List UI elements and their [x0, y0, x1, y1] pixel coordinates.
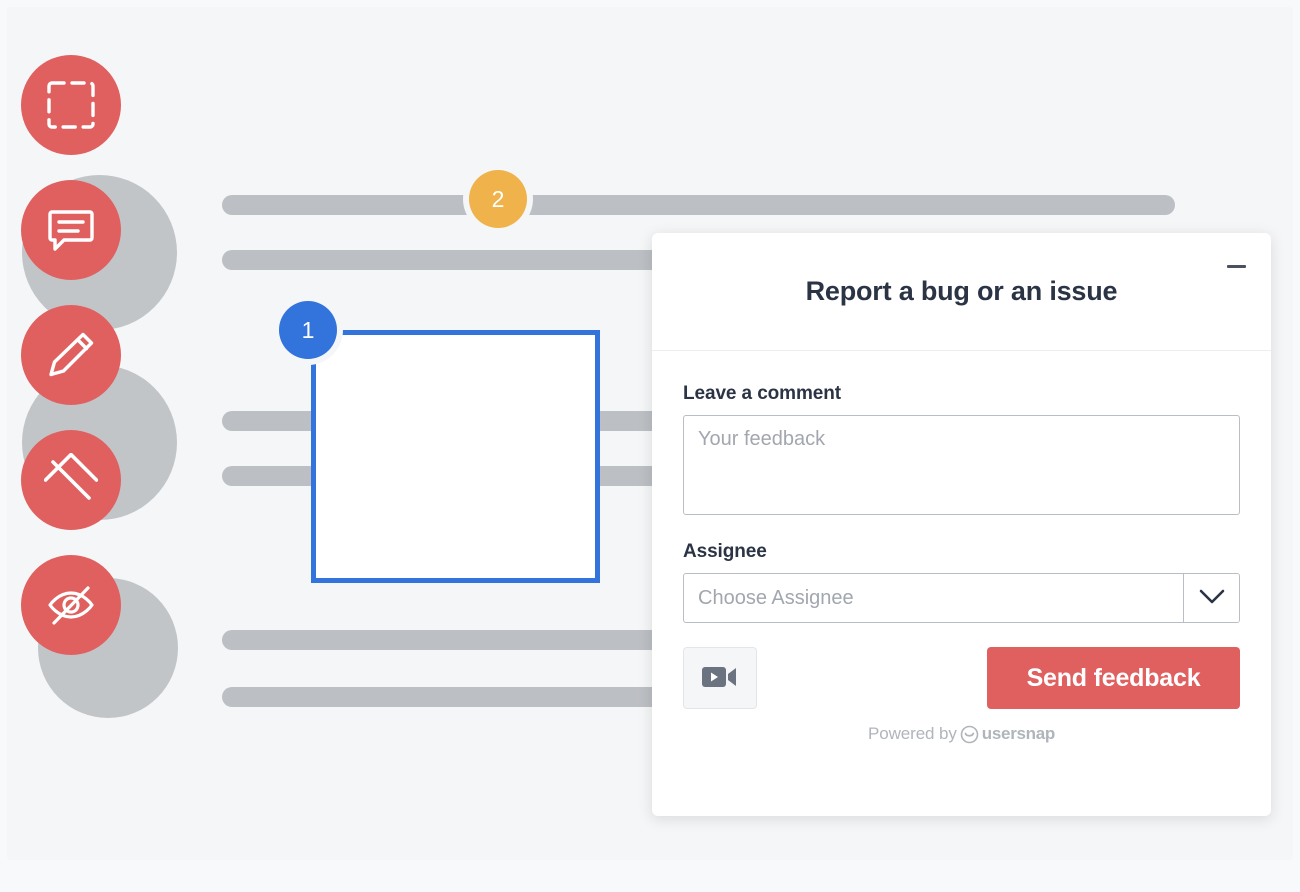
minimize-icon	[1226, 264, 1246, 268]
screenshot-select-icon	[44, 78, 98, 132]
screenshot-select-button[interactable]	[21, 55, 121, 155]
arrow-tool-button[interactable]	[21, 430, 121, 530]
comment-button[interactable]	[21, 180, 121, 280]
usersnap-smile-logo	[960, 725, 979, 744]
chevron-down-icon	[1199, 589, 1225, 608]
comment-bubble-icon	[44, 203, 98, 257]
video-camera-icon	[701, 663, 739, 694]
powered-by-footer: Powered by usersnap	[683, 724, 1240, 744]
annotation-marker-1-number: 1	[301, 316, 315, 343]
eye-off-icon	[44, 578, 98, 632]
blackout-hide-button[interactable]	[21, 555, 121, 655]
annotation-marker-1[interactable]: 1	[279, 301, 337, 359]
dialog-actions: Send feedback	[683, 647, 1240, 709]
assignee-dropdown-button[interactable]	[1183, 574, 1239, 622]
annotation-marker-2[interactable]: 2	[469, 170, 527, 228]
comment-field-group: Leave a comment	[683, 383, 1240, 520]
dialog-header: Report a bug or an issue	[652, 233, 1271, 351]
dialog-body: Leave a comment Assignee	[652, 351, 1271, 744]
dialog-title: Report a bug or an issue	[805, 276, 1118, 306]
comment-label: Leave a comment	[683, 383, 841, 404]
assignee-label: Assignee	[683, 541, 767, 562]
record-video-button[interactable]	[683, 647, 757, 709]
powered-by-text: Powered by	[868, 724, 957, 743]
usersnap-wordmark: usersnap	[981, 724, 1055, 743]
send-feedback-button[interactable]: Send feedback	[987, 647, 1240, 709]
placeholder-bar	[222, 195, 1175, 215]
arrow-up-left-icon	[44, 453, 98, 507]
minimize-button[interactable]	[1219, 249, 1253, 283]
feedback-dialog: Report a bug or an issue Leave a comment…	[652, 233, 1271, 816]
assignee-field-group: Assignee	[683, 541, 1240, 623]
draw-pencil-button[interactable]	[21, 305, 121, 405]
assignee-input[interactable]	[684, 574, 1183, 622]
pencil-icon	[44, 328, 98, 382]
selection-rectangle[interactable]	[311, 330, 600, 583]
screenshot-annotation-stage: 1 2 Report a bug or an issue Leave a com…	[0, 0, 1300, 892]
comment-textarea[interactable]	[683, 415, 1240, 515]
annotation-marker-2-number: 2	[491, 185, 505, 212]
assignee-select[interactable]	[683, 573, 1240, 623]
